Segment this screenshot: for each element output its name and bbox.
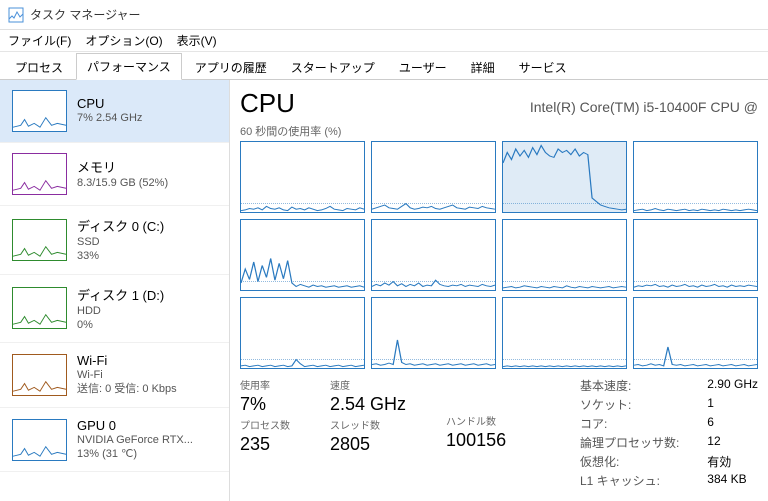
l1-value: 384 KB — [707, 472, 758, 489]
sidebar: CPU7% 2.54 GHzメモリ8.3/15.9 GB (52%)ディスク 0… — [0, 80, 230, 501]
virt-label: 仮想化: — [580, 453, 679, 470]
tabstrip: プロセス パフォーマンス アプリの履歴 スタートアップ ユーザー 詳細 サービス — [0, 52, 768, 80]
logical-label: 論理プロセッサ数: — [580, 434, 679, 451]
sidebar-item-title: GPU 0 — [77, 418, 193, 433]
cpu-model: Intel(R) Core(TM) i5-10400F CPU @ — [530, 99, 758, 115]
threads-label: スレッド数 — [330, 417, 406, 432]
speed-value: 2.54 GHz — [330, 394, 406, 415]
utilization-label: 使用率 — [240, 377, 290, 392]
menu-file[interactable]: ファイル(F) — [8, 32, 71, 49]
core-chart-4 — [240, 219, 365, 291]
tab-processes[interactable]: プロセス — [4, 54, 74, 80]
base-speed-value: 2.90 GHz — [707, 377, 758, 394]
sidebar-graph — [12, 219, 67, 261]
sockets-label: ソケット: — [580, 396, 679, 413]
sidebar-item-title: ディスク 1 (D:) — [77, 285, 164, 304]
core-chart-11 — [633, 297, 758, 369]
page-title: CPU — [240, 88, 295, 119]
sidebar-item-5[interactable]: GPU 0NVIDIA GeForce RTX...13% (31 ℃) — [0, 408, 229, 473]
sidebar-item-sub: HDD0% — [77, 304, 164, 333]
sidebar-graph — [12, 419, 67, 461]
core-chart-6 — [502, 219, 627, 291]
sidebar-item-title: Wi-Fi — [77, 353, 177, 368]
processes-label: プロセス数 — [240, 417, 290, 432]
sidebar-item-title: ディスク 0 (C:) — [77, 216, 164, 235]
tab-startup[interactable]: スタートアップ — [280, 54, 386, 80]
core-chart-0 — [240, 141, 365, 213]
stats-row: 使用率 7% プロセス数 235 速度 2.54 GHz スレッド数 2805 … — [240, 377, 758, 489]
tab-performance[interactable]: パフォーマンス — [76, 53, 182, 80]
sidebar-item-0[interactable]: CPU7% 2.54 GHz — [0, 80, 229, 143]
tab-users[interactable]: ユーザー — [388, 54, 458, 80]
main-split: CPU7% 2.54 GHzメモリ8.3/15.9 GB (52%)ディスク 0… — [0, 80, 768, 501]
sockets-value: 1 — [707, 396, 758, 413]
sidebar-item-sub: SSD33% — [77, 235, 164, 264]
handles-value: 100156 — [446, 430, 506, 451]
core-chart-5 — [371, 219, 496, 291]
sidebar-item-sub: Wi-Fi送信: 0 受信: 0 Kbps — [77, 368, 177, 397]
detail-pane: CPU Intel(R) Core(TM) i5-10400F CPU @ 60… — [230, 80, 768, 501]
menu-view[interactable]: 表示(V) — [177, 32, 217, 49]
detail-head: CPU Intel(R) Core(TM) i5-10400F CPU @ — [240, 88, 758, 119]
tab-apphistory[interactable]: アプリの履歴 — [184, 54, 278, 80]
titlebar: タスク マネージャー — [0, 0, 768, 30]
core-grid — [240, 141, 758, 369]
threads-value: 2805 — [330, 434, 406, 455]
sidebar-item-3[interactable]: ディスク 1 (D:)HDD0% — [0, 275, 229, 344]
core-chart-7 — [633, 219, 758, 291]
spec-table: 基本速度: 2.90 GHz ソケット: 1 コア: 6 論理プロセッサ数: 1… — [580, 377, 758, 489]
tab-details[interactable]: 詳細 — [460, 54, 506, 80]
speed-label: 速度 — [330, 377, 406, 392]
sidebar-item-sub: 8.3/15.9 GB (52%) — [77, 176, 168, 190]
menubar: ファイル(F) オプション(O) 表示(V) — [0, 30, 768, 52]
sidebar-graph — [12, 90, 67, 132]
sidebar-item-4[interactable]: Wi-FiWi-Fi送信: 0 受信: 0 Kbps — [0, 343, 229, 408]
sidebar-graph — [12, 354, 67, 396]
processes-value: 235 — [240, 434, 290, 455]
core-chart-2 — [502, 141, 627, 213]
core-chart-9 — [371, 297, 496, 369]
cores-value: 6 — [707, 415, 758, 432]
window-title: タスク マネージャー — [30, 6, 141, 23]
core-chart-1 — [371, 141, 496, 213]
base-speed-label: 基本速度: — [580, 377, 679, 394]
sidebar-graph — [12, 287, 67, 329]
virt-value: 有効 — [707, 453, 758, 470]
sidebar-item-1[interactable]: メモリ8.3/15.9 GB (52%) — [0, 143, 229, 206]
core-chart-3 — [633, 141, 758, 213]
tab-services[interactable]: サービス — [508, 54, 578, 80]
sidebar-graph — [12, 153, 67, 195]
history-label: 60 秒間の使用率 (%) — [240, 123, 758, 139]
sidebar-item-title: CPU — [77, 96, 142, 111]
sidebar-item-sub: NVIDIA GeForce RTX...13% (31 ℃) — [77, 433, 193, 462]
sidebar-item-2[interactable]: ディスク 0 (C:)SSD33% — [0, 206, 229, 275]
core-chart-8 — [240, 297, 365, 369]
handles-label: ハンドル数 — [446, 413, 506, 428]
l1-label: L1 キャッシュ: — [580, 472, 679, 489]
logical-value: 12 — [707, 434, 758, 451]
app-icon — [8, 7, 24, 23]
sidebar-item-sub: 7% 2.54 GHz — [77, 111, 142, 125]
sidebar-item-title: メモリ — [77, 157, 168, 176]
cores-label: コア: — [580, 415, 679, 432]
core-chart-10 — [502, 297, 627, 369]
menu-options[interactable]: オプション(O) — [85, 32, 162, 49]
utilization-value: 7% — [240, 394, 290, 415]
